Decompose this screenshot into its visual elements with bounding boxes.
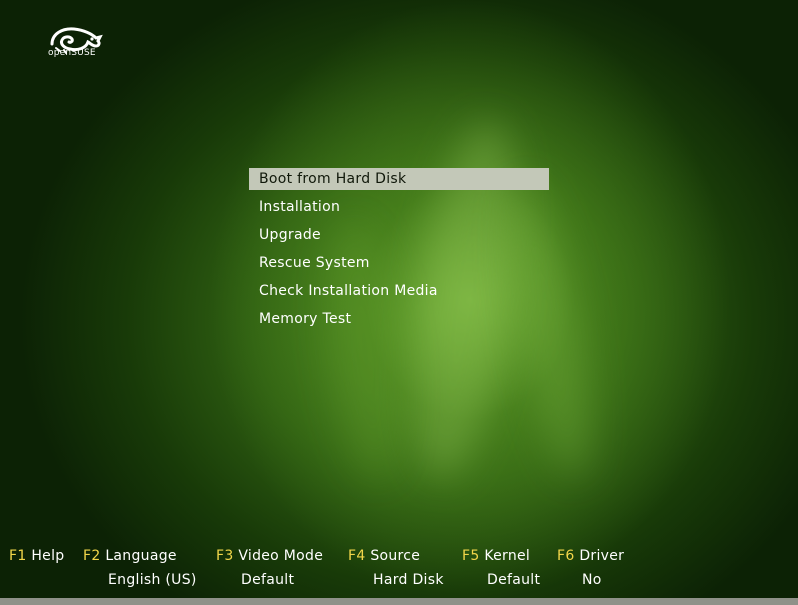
fkey-source-key: F4: [348, 548, 366, 564]
fkey-driver-label: Driver: [579, 548, 625, 564]
fkey-language-label: Language: [105, 548, 177, 564]
fkey-driver[interactable]: F6 Driver No: [557, 548, 625, 588]
fkey-driver-value: No: [582, 572, 602, 588]
fkey-language[interactable]: F2 Language English (US): [83, 548, 196, 588]
fkey-language-key: F2: [83, 548, 101, 564]
fkey-help-key: F1: [9, 548, 27, 564]
fkey-video-mode-key: F3: [216, 548, 234, 564]
fkey-help[interactable]: F1 Help: [9, 548, 64, 564]
opensuse-logo-text: openSUSE: [48, 48, 96, 58]
menu-item-memory-test[interactable]: Memory Test: [249, 308, 549, 330]
fkey-video-mode[interactable]: F3 Video Mode Default: [216, 548, 324, 588]
boot-menu: Boot from Hard Disk Installation Upgrade…: [249, 168, 549, 336]
fkey-source-value: Hard Disk: [373, 572, 444, 588]
fkey-video-mode-label: Video Mode: [238, 548, 324, 564]
boot-screen: openSUSE Boot from Hard Disk Installatio…: [0, 0, 798, 605]
menu-item-rescue-system[interactable]: Rescue System: [249, 252, 549, 274]
menu-item-boot-from-hard-disk[interactable]: Boot from Hard Disk: [249, 168, 549, 190]
fkey-language-value: English (US): [108, 572, 197, 588]
fkey-help-label: Help: [31, 548, 65, 564]
fkey-driver-key: F6: [557, 548, 575, 564]
function-key-bar: F1 Help F2 Language English (US) F3 Vide…: [0, 548, 798, 596]
fkey-source[interactable]: F4 Source Hard Disk: [348, 548, 443, 588]
bottom-status-bar: [0, 598, 798, 605]
menu-item-installation[interactable]: Installation: [249, 196, 549, 218]
fkey-kernel[interactable]: F5 Kernel Default: [462, 548, 540, 588]
menu-item-upgrade[interactable]: Upgrade: [249, 224, 549, 246]
fkey-video-mode-value: Default: [241, 572, 295, 588]
menu-item-check-installation-media[interactable]: Check Installation Media: [249, 280, 549, 302]
fkey-kernel-key: F5: [462, 548, 480, 564]
fkey-kernel-label: Kernel: [484, 548, 531, 564]
fkey-kernel-value: Default: [487, 572, 541, 588]
fkey-source-label: Source: [370, 548, 421, 564]
